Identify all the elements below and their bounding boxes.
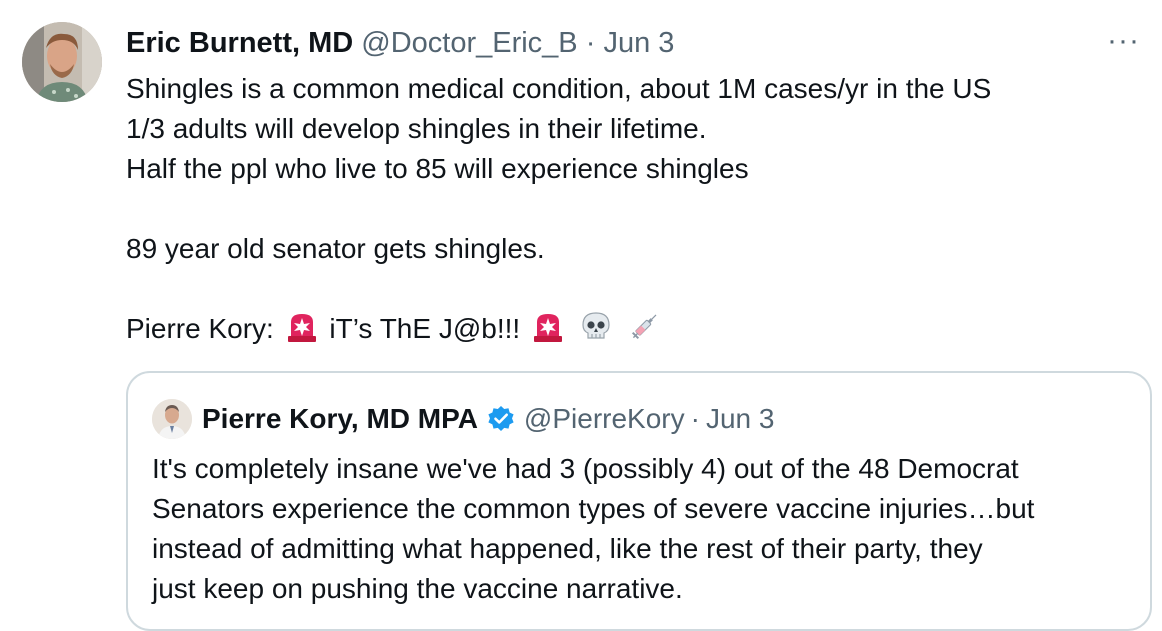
tweet-line: Shingles is a common medical condition, …: [126, 73, 992, 104]
quoted-tweet-line: It's completely insane we've had 3 (poss…: [152, 453, 1019, 484]
author-name[interactable]: Eric Burnett, MD: [126, 27, 353, 59]
quoted-tweet-line: just keep on pushing the vaccine narrati…: [152, 573, 683, 604]
skull-icon: [579, 310, 613, 355]
syringe-icon: [627, 310, 661, 355]
verified-badge-icon: [486, 404, 516, 434]
tweet-line: 1/3 adults will develop shingles in thei…: [126, 113, 707, 144]
tweet-line-prefix: Pierre Kory:: [126, 313, 274, 344]
tweet-line-emoji: Pierre Kory: iT’s ThE J@b!!!: [126, 309, 1126, 349]
quoted-tweet-line: instead of admitting what happened, like…: [152, 533, 983, 564]
quoted-author-name[interactable]: Pierre Kory, MD MPA: [202, 399, 478, 439]
quoted-header-separator: ·: [690, 403, 700, 434]
tweet-line: 89 year old senator gets shingles.: [126, 233, 545, 264]
quoted-tweet-text: It's completely insane we've had 3 (poss…: [152, 449, 1132, 609]
author-avatar[interactable]: [22, 22, 102, 102]
quoted-tweet-line: Senators experience the common types of …: [152, 493, 1035, 524]
tweet-text: Shingles is a common medical condition, …: [126, 69, 1126, 349]
quoted-tweet-header: Pierre Kory, MD MPA @PierreKory · Jun 3: [152, 399, 774, 439]
author-handle[interactable]: @Doctor_Eric_B: [361, 27, 577, 59]
siren-icon: [285, 310, 319, 355]
tweet-header: Eric Burnett, MD @Doctor_Eric_B · Jun 3: [126, 25, 674, 61]
quoted-author-handle[interactable]: @PierreKory: [524, 399, 685, 439]
more-options-icon[interactable]: ···: [1107, 26, 1140, 56]
tweet-line-middle: iT’s ThE J@b!!!: [329, 313, 521, 344]
tweet-date[interactable]: Jun 3: [603, 27, 674, 59]
quoted-tweet-date[interactable]: Jun 3: [706, 399, 775, 439]
tweet-line: Half the ppl who live to 85 will experie…: [126, 153, 749, 184]
quoted-tweet-card[interactable]: Pierre Kory, MD MPA @PierreKory · Jun 3 …: [126, 371, 1152, 631]
siren-icon: [531, 310, 565, 355]
author-avatar-image: [22, 22, 102, 102]
quoted-author-avatar-image: [152, 399, 192, 439]
header-separator: ·: [585, 27, 596, 59]
quoted-author-avatar[interactable]: [152, 399, 192, 439]
